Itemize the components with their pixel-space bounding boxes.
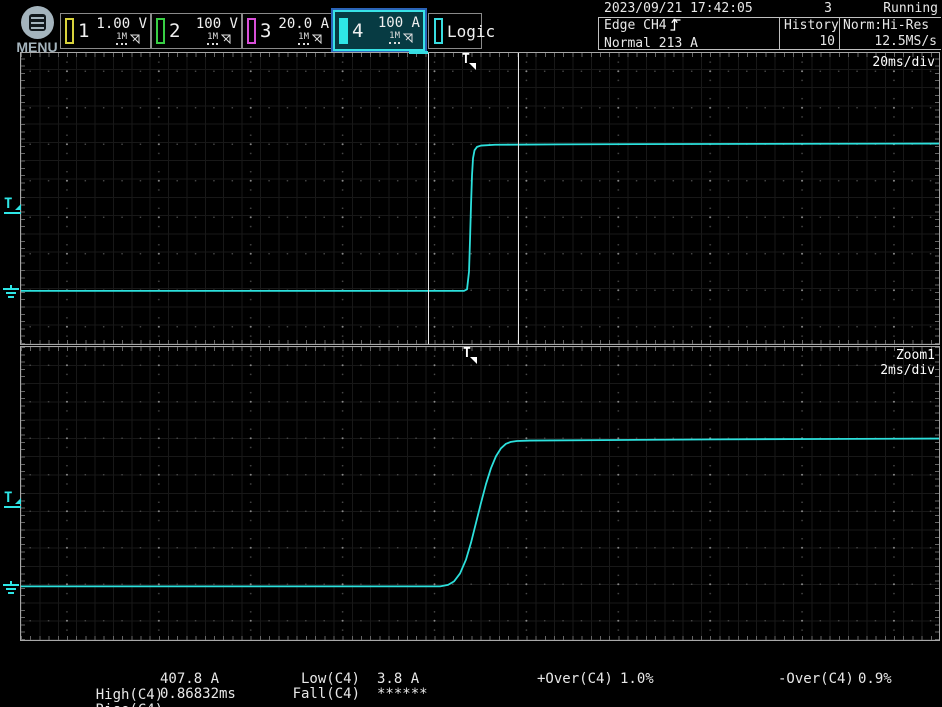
history-box[interactable]: History 10 xyxy=(779,18,839,49)
history-value: 10 xyxy=(784,34,835,50)
channel-4-color-bracket xyxy=(339,18,348,44)
channel-1-number: 1 xyxy=(78,20,89,42)
channel-3-color-bracket xyxy=(247,18,256,44)
measurement-mover-value: 0.9% xyxy=(858,671,892,687)
measurement-label: Rise(C4) xyxy=(96,702,163,707)
history-label: History xyxy=(784,18,835,34)
channel-4-box-active[interactable]: 4 100 A 1M xyxy=(333,10,425,51)
zoom-left-cursor[interactable] xyxy=(428,53,429,344)
probe-icon xyxy=(130,34,141,44)
acquisition-count: 3 xyxy=(824,1,832,16)
ch4-trace-zoom xyxy=(21,439,939,587)
ch4-ground-marker-zoom[interactable] xyxy=(2,581,20,594)
trigger-position-marker[interactable]: T xyxy=(462,54,470,66)
channel-3-number: 3 xyxy=(260,20,271,42)
logic-box[interactable]: Logic xyxy=(428,13,482,49)
trigger-mode: Normal 213 A xyxy=(604,36,779,52)
channel-2-box[interactable]: 2 100 V 1M xyxy=(151,13,242,49)
measurement-value: 0.86832ms xyxy=(160,686,236,702)
measurement-value: 407.8 A xyxy=(160,671,219,687)
impedance-1m-icon: 1M xyxy=(207,33,218,45)
main-timebase: 20ms/div xyxy=(872,55,935,70)
probe-icon xyxy=(221,34,232,44)
logic-color-bracket xyxy=(434,18,443,44)
impedance-1m-icon: 1M xyxy=(389,32,400,44)
measurement-pover-value: 1.0% xyxy=(620,671,654,687)
zoom-right-cursor[interactable] xyxy=(518,53,519,344)
channel-4-scale: 100 A xyxy=(378,16,420,31)
impedance-1m-icon: 1M xyxy=(116,33,127,45)
trigger-position-marker-zoom[interactable]: T xyxy=(463,348,471,360)
channel-3-scale: 20.0 A xyxy=(278,17,329,32)
trigger-level-marker-zoom[interactable]: T xyxy=(4,492,21,508)
probe-icon xyxy=(312,34,323,44)
channel-2-number: 2 xyxy=(169,20,180,42)
menu-button[interactable]: MENU xyxy=(8,2,60,54)
measurement-pover-label: +Over(C4) xyxy=(537,671,613,687)
channel-1-box[interactable]: 1 1.00 V 1M xyxy=(60,13,151,49)
hamburger-icon xyxy=(21,6,54,39)
channel-2-color-bracket xyxy=(156,18,165,44)
measurement-fall-label: Fall(C4) xyxy=(280,686,360,702)
measurement-low-value: 3.8 A xyxy=(377,671,419,687)
channel-1-color-bracket xyxy=(65,18,74,44)
trigger-info-box[interactable]: Edge CH4 Normal 213 A xyxy=(599,18,779,49)
channel-1-scale: 1.00 V xyxy=(96,17,147,32)
ch4-ground-marker-main[interactable] xyxy=(2,285,20,298)
main-waveform-window: T 20ms/div xyxy=(20,52,940,345)
zoom-window-label: Zoom1 xyxy=(896,348,935,363)
datetime: 2023/09/21 17:42:05 xyxy=(604,1,753,16)
measurement-mover-label: -Over(C4) xyxy=(778,671,854,687)
rising-edge-icon xyxy=(670,18,681,36)
measurement-fall-value: ****** xyxy=(377,686,428,702)
oscilloscope-screen: MENU 1 1.00 V 1M 2 100 V 1M 3 20.0 A xyxy=(0,0,942,707)
run-state: Running xyxy=(883,1,938,16)
channel-4-number: 4 xyxy=(352,20,363,42)
acq-mode: Norm:Hi-Res xyxy=(843,18,937,34)
channel-3-box[interactable]: 3 20.0 A 1M xyxy=(242,13,333,49)
zoom-timebase: 2ms/div xyxy=(880,363,935,378)
logic-label: Logic xyxy=(447,22,495,41)
impedance-1m-icon: 1M xyxy=(298,33,309,45)
acquisition-mode-box[interactable]: Norm:Hi-Res 12.5MS/s xyxy=(839,18,940,49)
probe-icon xyxy=(403,33,414,43)
measurement-low-label: Low(C4) xyxy=(280,671,360,687)
channel-2-scale: 100 V xyxy=(196,17,238,32)
sample-rate: 12.5MS/s xyxy=(843,34,937,50)
trigger-level-marker-main[interactable]: T xyxy=(4,198,21,214)
ch4-trace-main xyxy=(21,144,939,291)
zoom-waveform-window: T Zoom1 2ms/div xyxy=(20,346,940,641)
trigger-type: Edge CH4 xyxy=(604,18,667,33)
measurement-rise: Rise(C4)0.86832ms xyxy=(62,686,163,707)
